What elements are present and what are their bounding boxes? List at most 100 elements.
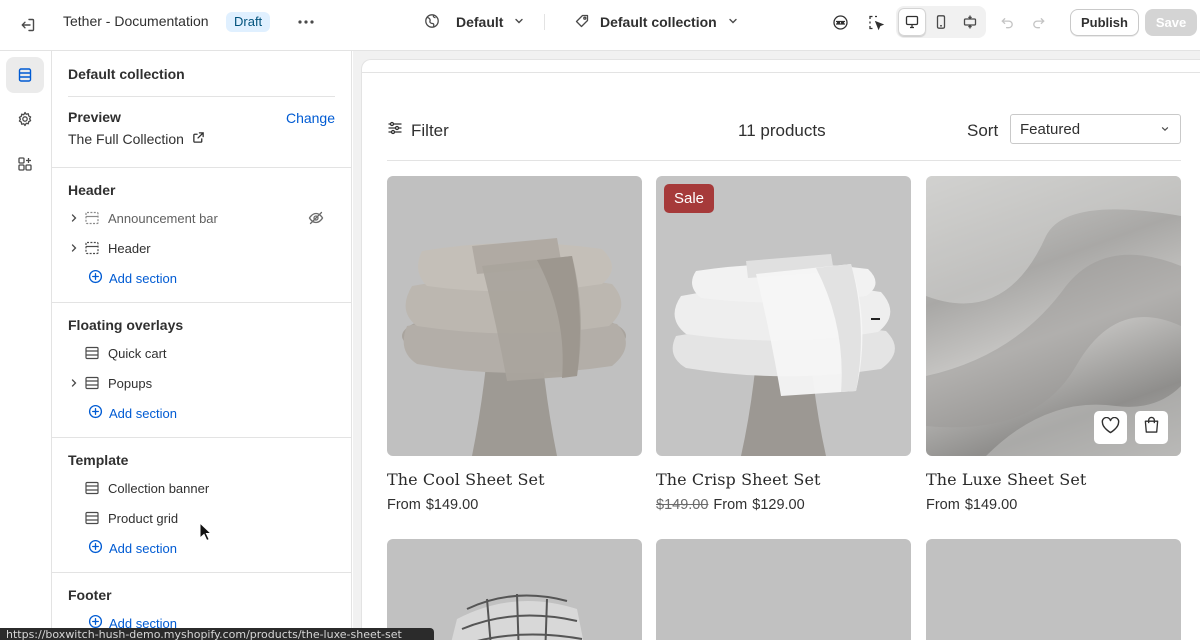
group-label-floating-overlays: Floating overlays [68, 317, 184, 333]
globe-icon [424, 13, 440, 32]
product-name[interactable]: The Cool Sheet Set [387, 470, 642, 489]
product-image[interactable] [926, 176, 1181, 456]
publish-button[interactable]: Publish [1070, 9, 1139, 36]
divider [387, 160, 1181, 161]
template-icon [574, 13, 590, 32]
chevron-down-icon [513, 14, 525, 30]
section-label: Quick cart [108, 345, 167, 361]
theme-selector-label: Default [456, 14, 504, 30]
product-card[interactable]: Sale The Crisp Sheet Set $149.00 From $1… [656, 176, 911, 513]
section-item-popups[interactable]: Popups [68, 369, 336, 397]
redo-icon[interactable] [1026, 10, 1050, 34]
product-image[interactable]: Sale [656, 176, 911, 456]
theme-selector[interactable]: Default [418, 8, 531, 36]
desktop-icon[interactable] [898, 8, 926, 36]
section-icon [84, 375, 100, 391]
sale-badge: Sale [664, 184, 715, 213]
product-card[interactable]: The Luxe Sheet Set From $149.00 [926, 176, 1181, 513]
preview-label: Preview [68, 109, 121, 125]
section-icon [84, 345, 100, 361]
section-item-quick-cart[interactable]: Quick cart [68, 339, 336, 367]
fullwidth-icon[interactable] [956, 8, 984, 36]
undo-icon[interactable] [995, 10, 1019, 34]
apps-icon[interactable] [6, 146, 44, 182]
sort-select[interactable]: Featured [1010, 114, 1181, 144]
section-item-header[interactable]: Header [68, 234, 336, 262]
add-section-button[interactable]: Add section [88, 264, 177, 292]
exit-icon[interactable] [14, 11, 42, 39]
divider [52, 572, 351, 573]
preview-value[interactable]: The Full Collection [68, 131, 205, 147]
add-section-button[interactable]: Add section [88, 399, 177, 427]
group-label-template: Template [68, 452, 129, 468]
product-count: 11 products [738, 121, 826, 140]
section-item-collection-banner[interactable]: Collection banner [68, 474, 336, 502]
sidebar-title: Default collection [68, 66, 185, 82]
change-preview-link[interactable]: Change [286, 110, 335, 126]
storefront-preview: Filter 11 products Sort Featured The Coo… [353, 51, 1200, 640]
compare-at-price: $149.00 [656, 497, 709, 513]
section-icon [84, 210, 100, 226]
product-image[interactable] [387, 176, 642, 456]
sort-value: Featured [1020, 120, 1081, 138]
group-label-footer: Footer [68, 587, 112, 603]
mobile-icon[interactable] [927, 8, 955, 36]
quick-add-button[interactable] [1135, 411, 1168, 444]
external-link-icon[interactable] [192, 131, 205, 147]
add-section-label: Add section [109, 405, 177, 421]
link-status-bar: https://boxwitch-hush-demo.myshopify.com… [0, 628, 434, 640]
product-card[interactable]: The Cool Sheet Set From $149.00 [387, 176, 642, 513]
device-toggle-group [896, 6, 986, 38]
section-label: Popups [108, 375, 153, 391]
section-item-announcement-bar[interactable]: Announcement bar [68, 204, 336, 232]
section-icon [84, 510, 100, 526]
preview-frame: Filter 11 products Sort Featured The Coo… [361, 59, 1200, 640]
wishlist-button[interactable] [1094, 411, 1127, 444]
section-icon [84, 480, 100, 496]
price-prefix: From [713, 497, 748, 513]
price-value: $149.00 [425, 497, 479, 513]
sections-icon[interactable] [6, 57, 44, 93]
product-name[interactable]: The Luxe Sheet Set [926, 470, 1181, 489]
section-label: Header [108, 240, 151, 256]
filter-icon [387, 120, 403, 141]
inspector-icon[interactable] [862, 8, 890, 36]
chevron-right-icon[interactable] [68, 234, 80, 262]
eye-hidden-icon[interactable] [308, 210, 324, 226]
chevron-right-icon[interactable] [68, 369, 80, 397]
plus-circle-icon [88, 404, 103, 422]
sections-sidebar: Default collection Preview Change The Fu… [52, 51, 352, 640]
store-title: Tether - Documentation [63, 13, 209, 29]
product-price: From $149.00 [926, 497, 1181, 513]
section-label: Announcement bar [108, 210, 218, 226]
save-button[interactable]: Save [1145, 9, 1197, 36]
product-card[interactable] [387, 539, 642, 640]
chevron-down-icon [1160, 121, 1170, 138]
ai-assistant-icon[interactable] [826, 8, 854, 36]
chevron-down-icon [727, 14, 739, 30]
section-icon [84, 240, 100, 256]
divider [544, 14, 545, 30]
product-card[interactable] [926, 539, 1181, 640]
divider [68, 96, 335, 97]
group-label-header: Header [68, 182, 116, 198]
product-price: From $149.00 [387, 497, 642, 513]
add-section-label: Add section [109, 270, 177, 286]
price-value: $149.00 [964, 497, 1018, 513]
add-section-button[interactable]: Add section [88, 534, 177, 562]
top-bar: Tether - Documentation Draft Default Def… [0, 0, 1200, 51]
more-icon[interactable] [292, 10, 320, 34]
plus-circle-icon [88, 539, 103, 557]
left-rail [0, 51, 52, 640]
product-card[interactable] [656, 539, 911, 640]
filter-label: Filter [411, 120, 449, 140]
chevron-right-icon[interactable] [68, 204, 80, 232]
product-name[interactable]: The Crisp Sheet Set [656, 470, 911, 489]
settings-icon[interactable] [6, 101, 44, 137]
divider [362, 72, 1200, 73]
template-selector-label: Default collection [600, 14, 717, 30]
template-selector[interactable]: Default collection [568, 8, 745, 36]
shopping-bag-icon [1143, 416, 1160, 439]
price-prefix: From [926, 497, 960, 513]
filter-button[interactable]: Filter [387, 120, 449, 141]
